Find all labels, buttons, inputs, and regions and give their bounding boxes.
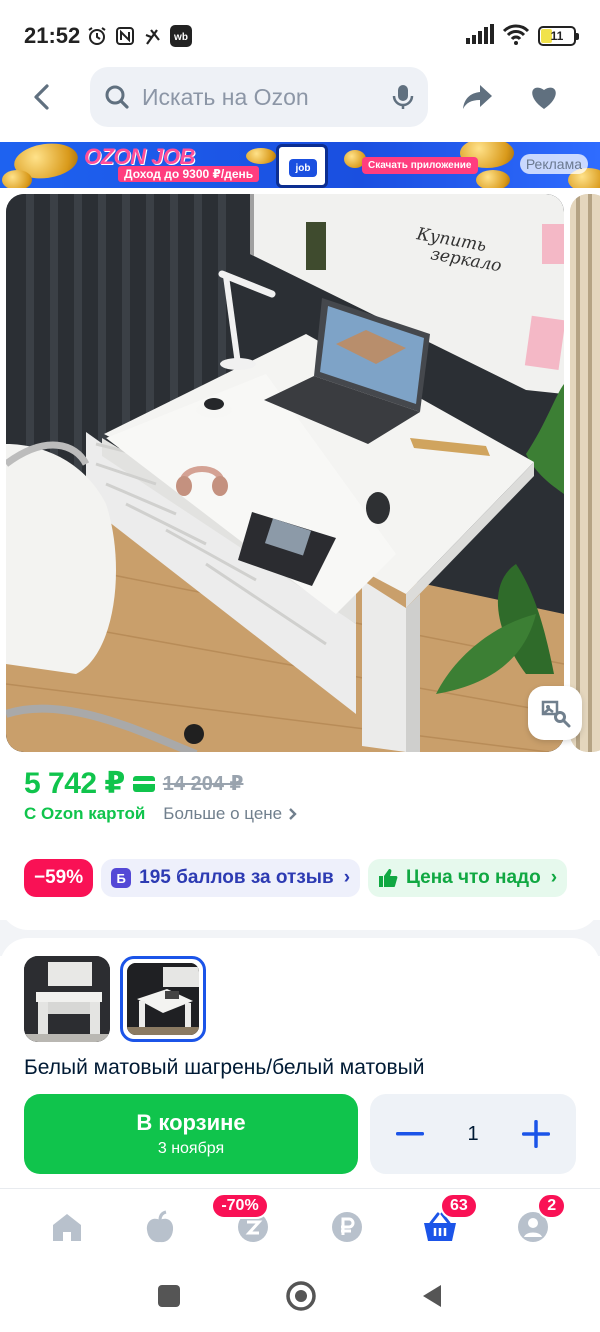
price-row: 5 742 ₽ 14 204 ₽ [24, 766, 243, 801]
svg-text:wb: wb [173, 32, 188, 43]
ozon-card-label: С Ozon картой [24, 804, 146, 823]
share-button[interactable] [456, 75, 500, 119]
minus-icon [396, 1132, 424, 1136]
back-system-button[interactable] [421, 1283, 443, 1314]
battery-level: 11 [550, 29, 564, 43]
back-icon [34, 84, 49, 110]
status-time: 21:52 [24, 23, 81, 48]
decrease-quantity-button[interactable] [390, 1114, 430, 1154]
desk-photo-illustration: Купить зеркало [6, 194, 564, 752]
search-icon [105, 85, 129, 109]
variant-thumbnail-selected[interactable] [120, 956, 206, 1042]
alarm-icon [86, 25, 108, 47]
coin-decoration [246, 148, 276, 164]
next-product-photo[interactable] [570, 194, 600, 752]
points-icon: Б [111, 868, 132, 888]
discount-badge: −59% [24, 859, 94, 897]
finance-icon [331, 1211, 362, 1242]
wifi-icon [502, 23, 530, 50]
search-header: Искать на Ozon [0, 64, 600, 130]
quantity-value: 1 [467, 1122, 479, 1145]
bottom-navigation: -70% 63 2 [0, 1188, 600, 1264]
product-gallery[interactable]: Купить зеркало [0, 194, 600, 752]
cart-badge: 63 [439, 1192, 478, 1219]
nav-fresh[interactable] [130, 1197, 190, 1257]
app-notification-icon [142, 25, 164, 47]
variant-2-illustration [127, 963, 199, 1035]
back-button[interactable] [20, 75, 64, 119]
nav-profile[interactable]: 2 [503, 1192, 567, 1257]
more-about-price-link[interactable]: Больше о цене [163, 804, 298, 824]
system-navigation [0, 1264, 600, 1332]
card-bottom [0, 900, 600, 930]
square-icon [158, 1284, 180, 1307]
profile-badge: 2 [537, 1192, 567, 1219]
promo-subtitle: Доход до 9300 ₽/день [118, 166, 260, 182]
nav-cart[interactable]: 63 [410, 1192, 478, 1257]
in-cart-button[interactable]: В корзине 3 ноября [24, 1094, 358, 1174]
nav-discounts[interactable]: -70% [211, 1192, 283, 1257]
variant-1-illustration [24, 956, 110, 1042]
wb-icon: wb [170, 25, 193, 47]
search-placeholder: Искать на Ozon [142, 83, 309, 110]
nfc-icon [114, 25, 136, 47]
variant-2-photo [127, 963, 199, 1035]
more-about-price-label: Больше о цене [163, 804, 283, 823]
variant-thumbnail[interactable] [24, 956, 110, 1042]
points-label: 195 баллов за отзыв [139, 867, 334, 888]
quantity-stepper: 1 [370, 1094, 576, 1174]
promo-download-button[interactable]: Скачать приложение [362, 157, 478, 174]
triangle-back-icon [423, 1284, 441, 1307]
search-input[interactable]: Искать на Ozon [90, 67, 428, 127]
favorite-button[interactable] [522, 75, 566, 119]
fair-price-label: Цена что надо [406, 867, 541, 888]
product-photo[interactable]: Купить зеркало [6, 194, 564, 752]
variant-name: Белый матовый шагрень/белый матовый [24, 1056, 425, 1079]
signal-icon [466, 23, 494, 49]
promo-banner[interactable]: OZON JOB Доход до 9300 ₽/день job Скачат… [0, 142, 600, 188]
home-system-button[interactable] [285, 1280, 317, 1317]
ad-label: Реклама [519, 154, 588, 174]
phone-job-label: job [289, 159, 317, 177]
thumbs-up-icon [379, 869, 398, 887]
phone-illustration: job [276, 144, 328, 188]
nav-finance[interactable] [317, 1197, 377, 1257]
battery-icon: 11 [538, 26, 579, 46]
increase-quantity-button[interactable] [516, 1114, 556, 1154]
fresh-icon [146, 1210, 174, 1242]
price-subline: С Ozon картой Больше о цене [24, 804, 298, 824]
points-for-review-badge[interactable]: Б 195 баллов за отзыв › [101, 859, 361, 897]
variant-selector [24, 956, 206, 1042]
chevron-right-icon [289, 808, 297, 820]
microphone-icon[interactable] [392, 83, 414, 111]
delivery-date: 3 ноября [157, 1140, 225, 1157]
chevron-right-icon: › [550, 867, 558, 888]
coin-decoration [2, 170, 32, 188]
home-icon [52, 1213, 81, 1241]
chevron-right-icon: › [343, 867, 351, 888]
recents-button[interactable] [157, 1284, 181, 1313]
ozon-card-icon [132, 775, 155, 792]
nav-home[interactable] [37, 1197, 97, 1257]
heart-icon [532, 87, 556, 109]
status-icons-left: wb [86, 25, 193, 47]
photo-search-icon [541, 700, 571, 728]
status-right: 11 [466, 23, 579, 50]
share-icon [463, 85, 492, 109]
price-old: 14 204 ₽ [162, 773, 244, 795]
next-photo-illustration [570, 194, 600, 752]
discounts-badge: -70% [211, 1192, 269, 1219]
photo-search-button[interactable] [528, 686, 582, 740]
status-bar: 21:52 wb 11 [0, 0, 600, 72]
badges-row: −59% Б 195 баллов за отзыв › Цена что на… [24, 859, 568, 897]
price-current: 5 742 ₽ [24, 767, 125, 800]
fair-price-badge[interactable]: Цена что надо › [368, 859, 568, 897]
in-cart-label: В корзине [136, 1110, 246, 1135]
circle-icon [286, 1280, 316, 1311]
coin-decoration [476, 170, 510, 188]
plus-icon [522, 1120, 550, 1148]
